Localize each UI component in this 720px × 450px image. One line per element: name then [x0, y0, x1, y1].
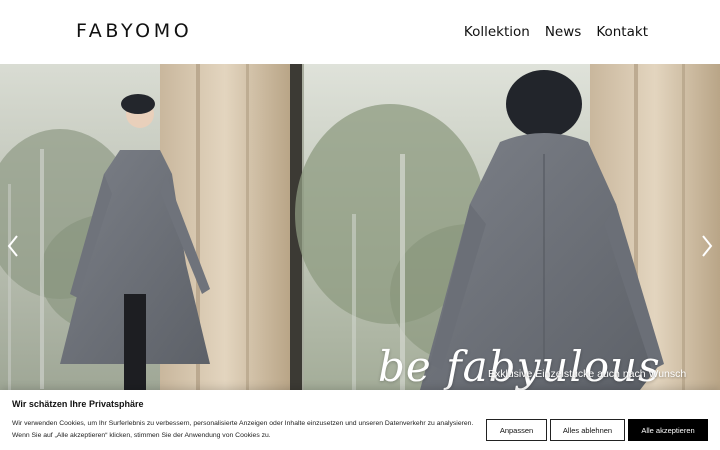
cookie-accept-button[interactable]: Alle akzeptieren — [628, 419, 708, 441]
cookie-reject-button[interactable]: Alles ablehnen — [550, 419, 625, 441]
hero-subline: Exklusive Einzelstücke auch nach Wunsch — [488, 368, 687, 380]
slider-next-button[interactable] — [700, 234, 714, 258]
site-header: FABYOMO Kollektion News Kontakt — [0, 0, 720, 64]
cookie-text: Wir verwenden Cookies, um Ihr Surferlebn… — [12, 420, 474, 439]
main-nav: Kollektion News Kontakt — [464, 24, 648, 40]
cookie-customize-button[interactable]: Anpassen — [486, 419, 547, 441]
nav-item-news[interactable]: News — [545, 24, 581, 40]
chevron-right-icon — [702, 235, 713, 257]
hero-tagline: be fabyulous — [378, 342, 661, 390]
hero-slider: be fabyulous — [0, 64, 720, 390]
cookie-title: Wir schätzen Ihre Privatsphäre — [12, 399, 144, 409]
site-logo[interactable]: FABYOMO — [76, 20, 192, 42]
nav-item-kontakt[interactable]: Kontakt — [596, 24, 648, 40]
slider-prev-button[interactable] — [6, 234, 20, 258]
chevron-left-icon — [7, 235, 18, 257]
nav-item-kollektion[interactable]: Kollektion — [464, 24, 530, 40]
cookie-banner: Wir schätzen Ihre Privatsphäre Wir verwe… — [0, 390, 720, 450]
